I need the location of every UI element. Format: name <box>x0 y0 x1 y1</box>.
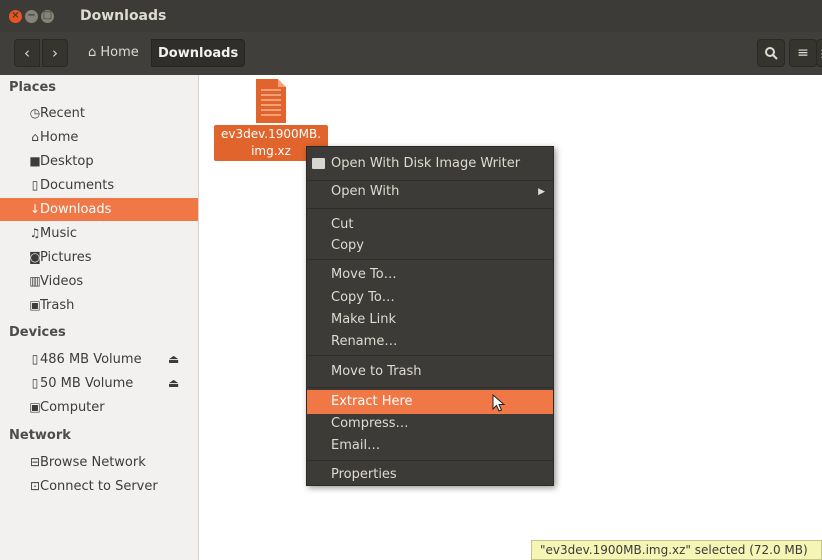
menu-item-label: Copy <box>331 238 364 253</box>
breadcrumb-downloads[interactable]: Downloads <box>151 39 246 67</box>
menu-item-open-with-disk-image-writer[interactable]: Open With Disk Image Writer <box>307 152 553 176</box>
sidebar-item-pictures[interactable]: ◙ Pictures <box>0 246 198 269</box>
archive-file-icon <box>256 79 286 123</box>
home-icon: ⌂ <box>88 45 97 60</box>
menu-item-make-link[interactable]: Make Link <box>307 308 553 332</box>
sidebar-item-documents[interactable]: ▯ Documents <box>0 174 198 197</box>
sidebar-item-desktop[interactable]: ■ Desktop <box>0 150 198 173</box>
sidebar-item-label: Browse Network <box>40 455 146 470</box>
list-view-button[interactable]: ≡ <box>789 39 817 67</box>
close-icon: × <box>11 10 20 21</box>
menu-separator <box>307 387 553 388</box>
mouse-cursor-icon <box>492 394 506 412</box>
sidebar-item-label: Home <box>40 130 79 145</box>
grid-view-button[interactable]: ⋮⋮ <box>816 39 822 67</box>
menu-separator <box>307 460 553 461</box>
menu-item-label: Open With <box>331 184 400 199</box>
menu-item-move-to-trash[interactable]: Move to Trash <box>307 360 553 384</box>
menu-item-label: Properties <box>331 467 397 482</box>
grid-view-icon: ⋮⋮ <box>817 49 822 60</box>
menu-item-label: Move To… <box>331 267 397 282</box>
sidebar-item-videos[interactable]: ▥ Videos <box>0 270 198 293</box>
sidebar-heading-network: Network <box>9 428 71 443</box>
sidebar-item-label: 50 MB Volume <box>40 376 134 391</box>
menu-separator <box>307 208 553 209</box>
menu-item-move-to[interactable]: Move To… <box>307 263 553 287</box>
sidebar-item-label: Videos <box>40 274 84 289</box>
list-view-icon: ≡ <box>797 45 809 61</box>
sidebar-item-label: Pictures <box>40 250 92 265</box>
sidebar-item-label: Recent <box>40 106 85 121</box>
minimize-icon: − <box>27 10 36 21</box>
menu-separator <box>307 259 553 260</box>
window-close-button[interactable]: × <box>9 10 22 23</box>
breadcrumb-home[interactable]: ⌂ Home <box>82 39 145 67</box>
menu-item-label: Compress… <box>331 416 409 431</box>
sidebar-item-home[interactable]: ⌂ Home <box>0 126 198 149</box>
sidebar-item-label: Documents <box>40 178 115 193</box>
menu-item-rename[interactable]: Rename… <box>307 330 553 354</box>
search-button[interactable] <box>757 39 785 67</box>
sidebar-item-label: Downloads <box>40 202 112 217</box>
context-menu: Open With Disk Image Writer Open With ▶ C… <box>306 146 554 486</box>
sidebar-item-browse-network[interactable]: ⊟ Browse Network <box>0 451 198 474</box>
submenu-arrow-icon: ▶ <box>538 187 545 197</box>
search-icon <box>764 47 778 60</box>
disk-image-writer-icon <box>312 158 325 169</box>
back-button[interactable]: ‹ <box>14 39 40 67</box>
window-minimize-button[interactable]: − <box>25 10 38 23</box>
chevron-right-icon: › <box>52 44 58 62</box>
sidebar-item-label: Connect to Server <box>40 479 158 494</box>
sidebar-item-label: Trash <box>40 298 75 313</box>
forward-button[interactable]: › <box>42 39 68 67</box>
sidebar-item-music[interactable]: ♫ Music <box>0 222 198 245</box>
menu-item-extract-here[interactable]: Extract Here <box>307 390 553 414</box>
file-name-line1: ev3dev.1900MB. <box>220 127 322 141</box>
menu-item-properties[interactable]: Properties <box>307 463 553 487</box>
menu-item-copy[interactable]: Copy <box>307 234 553 258</box>
chevron-left-icon: ‹ <box>24 44 30 62</box>
breadcrumb-home-label: Home <box>100 45 139 60</box>
menu-item-copy-to[interactable]: Copy To… <box>307 286 553 310</box>
sidebar-item-label: 486 MB Volume <box>40 352 142 367</box>
menu-item-email[interactable]: Email… <box>307 434 553 458</box>
status-bar: "ev3dev.1900MB.img.xz" selected (72.0 MB… <box>531 540 822 560</box>
menu-item-label: Rename… <box>331 334 398 349</box>
eject-icon[interactable]: ⏏ <box>168 352 179 366</box>
menu-item-label: Copy To… <box>331 290 395 305</box>
window-title: Downloads <box>80 8 167 24</box>
sidebar-item-computer[interactable]: ▣ Computer <box>0 396 198 419</box>
menu-item-label: Open With Disk Image Writer <box>331 156 521 171</box>
sidebar-heading-places: Places <box>9 80 57 95</box>
menu-item-label: Make Link <box>331 312 396 327</box>
menu-item-open-with[interactable]: Open With ▶ <box>307 180 553 204</box>
sidebar-item-trash[interactable]: ▣ Trash <box>0 294 198 317</box>
sidebar-item-connect-to-server[interactable]: ⊡ Connect to Server <box>0 475 198 498</box>
sidebar-item-label: Music <box>40 226 77 241</box>
menu-separator <box>307 355 553 356</box>
sidebar-heading-devices: Devices <box>9 325 66 340</box>
menu-item-label: Extract Here <box>331 394 413 409</box>
menu-item-compress[interactable]: Compress… <box>307 412 553 436</box>
sidebar-item-downloads[interactable]: ↓ Downloads <box>0 198 198 221</box>
maximize-icon: □ <box>42 10 53 21</box>
eject-icon[interactable]: ⏏ <box>168 376 179 390</box>
sidebar-item-label: Computer <box>40 400 105 415</box>
menu-item-label: Email… <box>331 438 381 453</box>
window-maximize-button[interactable]: □ <box>41 10 54 23</box>
menu-item-label: Move to Trash <box>331 364 422 379</box>
sidebar-item-label: Desktop <box>40 154 94 169</box>
sidebar-item-recent[interactable]: ◷ Recent <box>0 102 198 125</box>
